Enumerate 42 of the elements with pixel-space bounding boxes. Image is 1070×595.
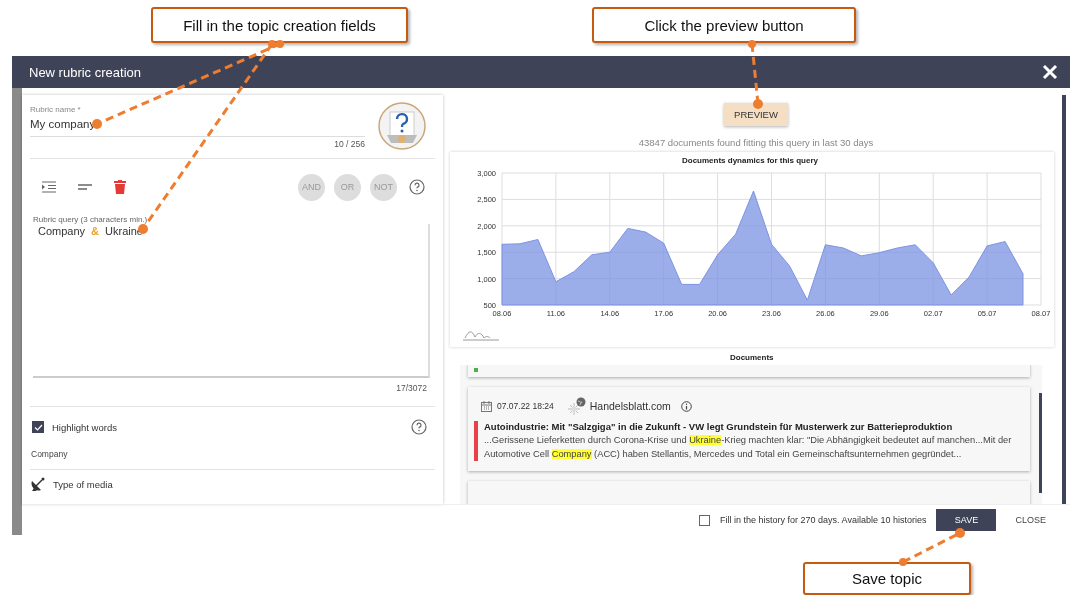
document-title: Autoindustrie: Mit "Salzgiga" in die Zukunft - VW legt Grundstein für Musterwerk zur Batterieproduktion xyxy=(484,421,954,432)
trash-icon[interactable] xyxy=(114,180,126,194)
leader-line xyxy=(748,40,763,109)
close-button[interactable]: CLOSE xyxy=(1009,509,1052,531)
annotation-callout: Fill in the topic creation fields xyxy=(151,7,408,43)
help-book-icon[interactable] xyxy=(378,102,426,150)
document-date: 07.07.22 18:24 xyxy=(497,401,554,411)
section-title: Documents xyxy=(730,353,774,362)
satellite-dish-icon xyxy=(31,477,45,491)
highlight-words: Company xyxy=(30,448,69,461)
annotation-callout: Click the preview button xyxy=(592,7,856,43)
globe-icon xyxy=(565,397,586,415)
help-icon[interactable] xyxy=(409,179,425,195)
preview-button[interactable]: PREVIEW xyxy=(724,103,788,126)
leader-line xyxy=(899,528,965,566)
field-value: My company xyxy=(30,118,97,130)
result-summary: 43847 documents found fitting this query in last 30 days xyxy=(638,137,874,148)
document-card[interactable] xyxy=(468,387,1030,471)
checkbox[interactable] xyxy=(32,421,44,433)
dialog-title: New rubric creation xyxy=(29,64,142,80)
save-button[interactable]: SAVE xyxy=(936,509,997,531)
field-label: Rubric query (3 characters min.) xyxy=(33,215,149,224)
media-filter[interactable]: Type of media xyxy=(30,470,113,498)
character-counter: 17/3072 xyxy=(396,383,427,393)
align-icon[interactable] xyxy=(78,184,92,190)
chart-title: Documents dynamics for this query xyxy=(682,156,818,165)
help-icon[interactable] xyxy=(411,419,427,435)
check-icon xyxy=(33,423,43,431)
info-icon[interactable] xyxy=(680,400,692,412)
calendar-icon xyxy=(481,400,492,412)
field-label: Rubric name * xyxy=(30,105,82,114)
checkbox-label: Highlight words xyxy=(52,421,117,433)
checkbox-label: Fill in the history for 270 days. Available 10 histories xyxy=(720,515,927,525)
character-counter: 10 / 256 xyxy=(333,139,365,149)
query-term: Company xyxy=(38,225,86,237)
checkbox[interactable] xyxy=(699,514,711,526)
query-operator: & xyxy=(91,225,100,237)
document-source: Handelsblatt.com xyxy=(589,400,671,412)
indent-icon[interactable] xyxy=(42,181,56,193)
annotation-callout: Save topic xyxy=(803,562,971,595)
mini-chart-icon xyxy=(462,331,500,341)
close-icon[interactable] xyxy=(1042,64,1058,80)
